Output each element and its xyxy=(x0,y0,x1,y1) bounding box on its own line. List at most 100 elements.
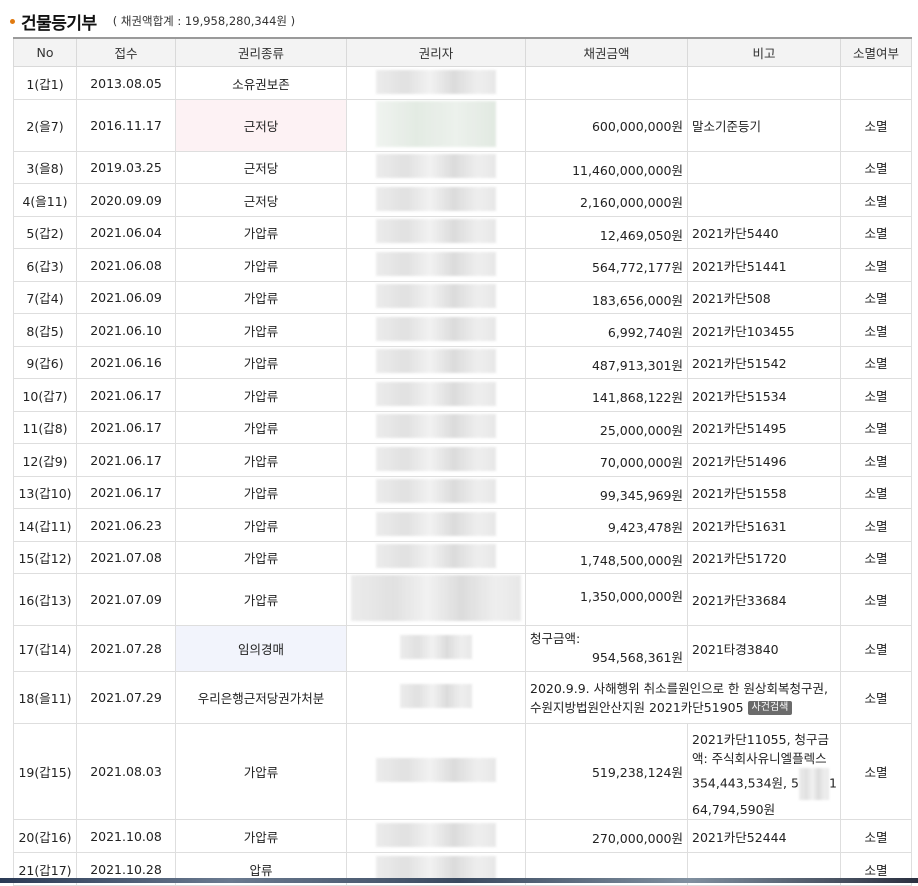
row-no: 16(갑13) xyxy=(13,573,77,626)
row-type: 가압류 xyxy=(175,508,347,542)
row-memo: 2021카단51720 xyxy=(687,541,841,574)
row-type: 근저당 xyxy=(175,99,347,152)
table-row: 18(을11) 2021.07.29 우리은행근저당권가처분 2020.9.9.… xyxy=(13,671,912,724)
row-memo: 2021카단103455 xyxy=(687,313,841,347)
row-type: 가압류 xyxy=(175,411,347,444)
table-row: 11(갑8) 2021.06.17 가압류 25,000,000원 2021카단… xyxy=(13,411,912,444)
redacted-holder xyxy=(400,684,472,708)
case-search-button[interactable]: 사건검색 xyxy=(747,701,793,715)
redacted-holder xyxy=(376,284,496,308)
row-status: 소멸 xyxy=(840,443,912,477)
row-status: 소멸 xyxy=(840,99,912,152)
row-no: 11(갑8) xyxy=(13,411,77,444)
row-memo: 2021카단51495 xyxy=(687,411,841,444)
table-row: 15(갑12) 2021.07.08 가압류 1,748,500,000원 20… xyxy=(13,541,912,574)
row-date: 2021.06.17 xyxy=(76,378,176,412)
row-date: 2016.11.17 xyxy=(76,99,176,152)
row-amount: 9,423,478원 xyxy=(525,508,688,542)
row-holder xyxy=(346,66,526,100)
row-amount: 25,000,000원 xyxy=(525,411,688,444)
row-date: 2020.09.09 xyxy=(76,183,176,217)
redacted-holder xyxy=(376,101,496,147)
row-amount: 564,772,177원 xyxy=(525,248,688,282)
row-type: 가압류 xyxy=(175,346,347,379)
row-memo: 2021카단5440 xyxy=(687,216,841,249)
row-status: 소멸 xyxy=(840,281,912,314)
col-header-memo: 비고 xyxy=(687,37,841,67)
row-date: 2021.07.08 xyxy=(76,541,176,574)
table-row: 6(갑3) 2021.06.08 가압류 564,772,177원 2021카단… xyxy=(13,248,912,282)
table-row: 5(갑2) 2021.06.04 가압류 12,469,050원 2021카단5… xyxy=(13,216,912,249)
col-header-status: 소멸여부 xyxy=(840,37,912,67)
row-amount: 70,000,000원 xyxy=(525,443,688,477)
row-type: 가압류 xyxy=(175,723,347,820)
col-header-type: 권리종류 xyxy=(175,37,347,67)
row-memo-part: 64,794,590원 xyxy=(692,802,776,817)
row-holder xyxy=(346,378,526,412)
row-type: 소유권보존 xyxy=(175,66,347,100)
table-row: 20(갑16) 2021.10.08 가압류 270,000,000원 2021… xyxy=(13,819,912,853)
row-no: 6(갑3) xyxy=(13,248,77,282)
row-no: 12(갑9) xyxy=(13,443,77,477)
table-row: 13(갑10) 2021.06.17 가압류 99,345,969원 2021카… xyxy=(13,476,912,509)
row-status: 소멸 xyxy=(840,508,912,542)
row-type: 임의경매 xyxy=(175,625,347,672)
row-holder xyxy=(346,281,526,314)
row-amount: 2,160,000,000원 xyxy=(525,183,688,217)
redacted-memo xyxy=(798,768,829,800)
row-holder xyxy=(346,625,526,672)
row-holder xyxy=(346,723,526,820)
row-holder xyxy=(346,346,526,379)
table-row: 3(을8) 2019.03.25 근저당 11,460,000,000원 소멸 xyxy=(13,151,912,184)
row-holder xyxy=(346,216,526,249)
row-amount: 1,748,500,000원 xyxy=(525,541,688,574)
row-status: 소멸 xyxy=(840,573,912,626)
redacted-holder xyxy=(376,758,496,782)
section-title: 건물등기부 xyxy=(21,13,97,34)
row-no: 10(갑7) xyxy=(13,378,77,412)
row-status: 소멸 xyxy=(840,151,912,184)
row-date: 2021.06.17 xyxy=(76,411,176,444)
row-memo-part: 1 xyxy=(828,775,837,791)
row-amount: 954,568,361원 xyxy=(591,650,683,665)
row-type: 가압류 xyxy=(175,443,347,477)
row-memo: 2021카단51542 xyxy=(687,346,841,379)
redacted-holder xyxy=(376,446,496,471)
row-type: 가압류 xyxy=(175,281,347,314)
row-type: 우리은행근저당권가처분 xyxy=(175,671,347,724)
row-no: 15(갑12) xyxy=(13,541,77,574)
row-holder xyxy=(346,151,526,184)
row-no: 8(갑5) xyxy=(13,313,77,347)
row-date: 2021.06.04 xyxy=(76,216,176,249)
row-type: 가압류 xyxy=(175,313,347,347)
bullet-icon xyxy=(10,18,15,24)
row-memo: 2021카단51534 xyxy=(687,378,841,412)
table-row: 4(을11) 2020.09.09 근저당 2,160,000,000원 소멸 xyxy=(13,183,912,217)
row-amount: 6,992,740원 xyxy=(525,313,688,347)
row-memo-cell: 2020.9.9. 사해행위 취소를원인으로 한 원상회복청구권, 수원지방법원… xyxy=(525,671,841,724)
redacted-holder xyxy=(376,511,496,536)
registry-table: No 접수 권리종류 권리자 채권금액 비고 소멸여부 1(갑1) 2013.0… xyxy=(13,37,912,886)
row-memo xyxy=(687,66,841,100)
row-status: 소멸 xyxy=(840,248,912,282)
table-row: 12(갑9) 2021.06.17 가압류 70,000,000원 2021카단… xyxy=(13,443,912,477)
row-date: 2021.06.23 xyxy=(76,508,176,542)
redacted-holder xyxy=(376,414,496,438)
row-date: 2021.07.28 xyxy=(76,625,176,672)
bottom-image-strip xyxy=(0,878,918,883)
row-no: 5(갑2) xyxy=(13,216,77,249)
redacted-holder xyxy=(376,316,496,341)
claim-total-summary: ( 채권액합계 : 19,958,280,344원 ) xyxy=(112,14,296,28)
redacted-holder xyxy=(376,855,496,880)
row-date: 2021.07.09 xyxy=(76,573,176,626)
row-no: 1(갑1) xyxy=(13,66,77,100)
row-amount: 270,000,000원 xyxy=(525,819,688,853)
row-memo: 2021카단51631 xyxy=(687,508,841,542)
row-amount-cell: 청구금액: 954,568,361원 xyxy=(525,625,688,672)
row-no: 4(을11) xyxy=(13,183,77,217)
row-date: 2021.06.17 xyxy=(76,443,176,477)
redacted-holder xyxy=(376,251,496,276)
row-memo: 2021카단51558 xyxy=(687,476,841,509)
row-memo: 2021카단33684 xyxy=(687,573,841,626)
row-amount: 99,345,969원 xyxy=(525,476,688,509)
